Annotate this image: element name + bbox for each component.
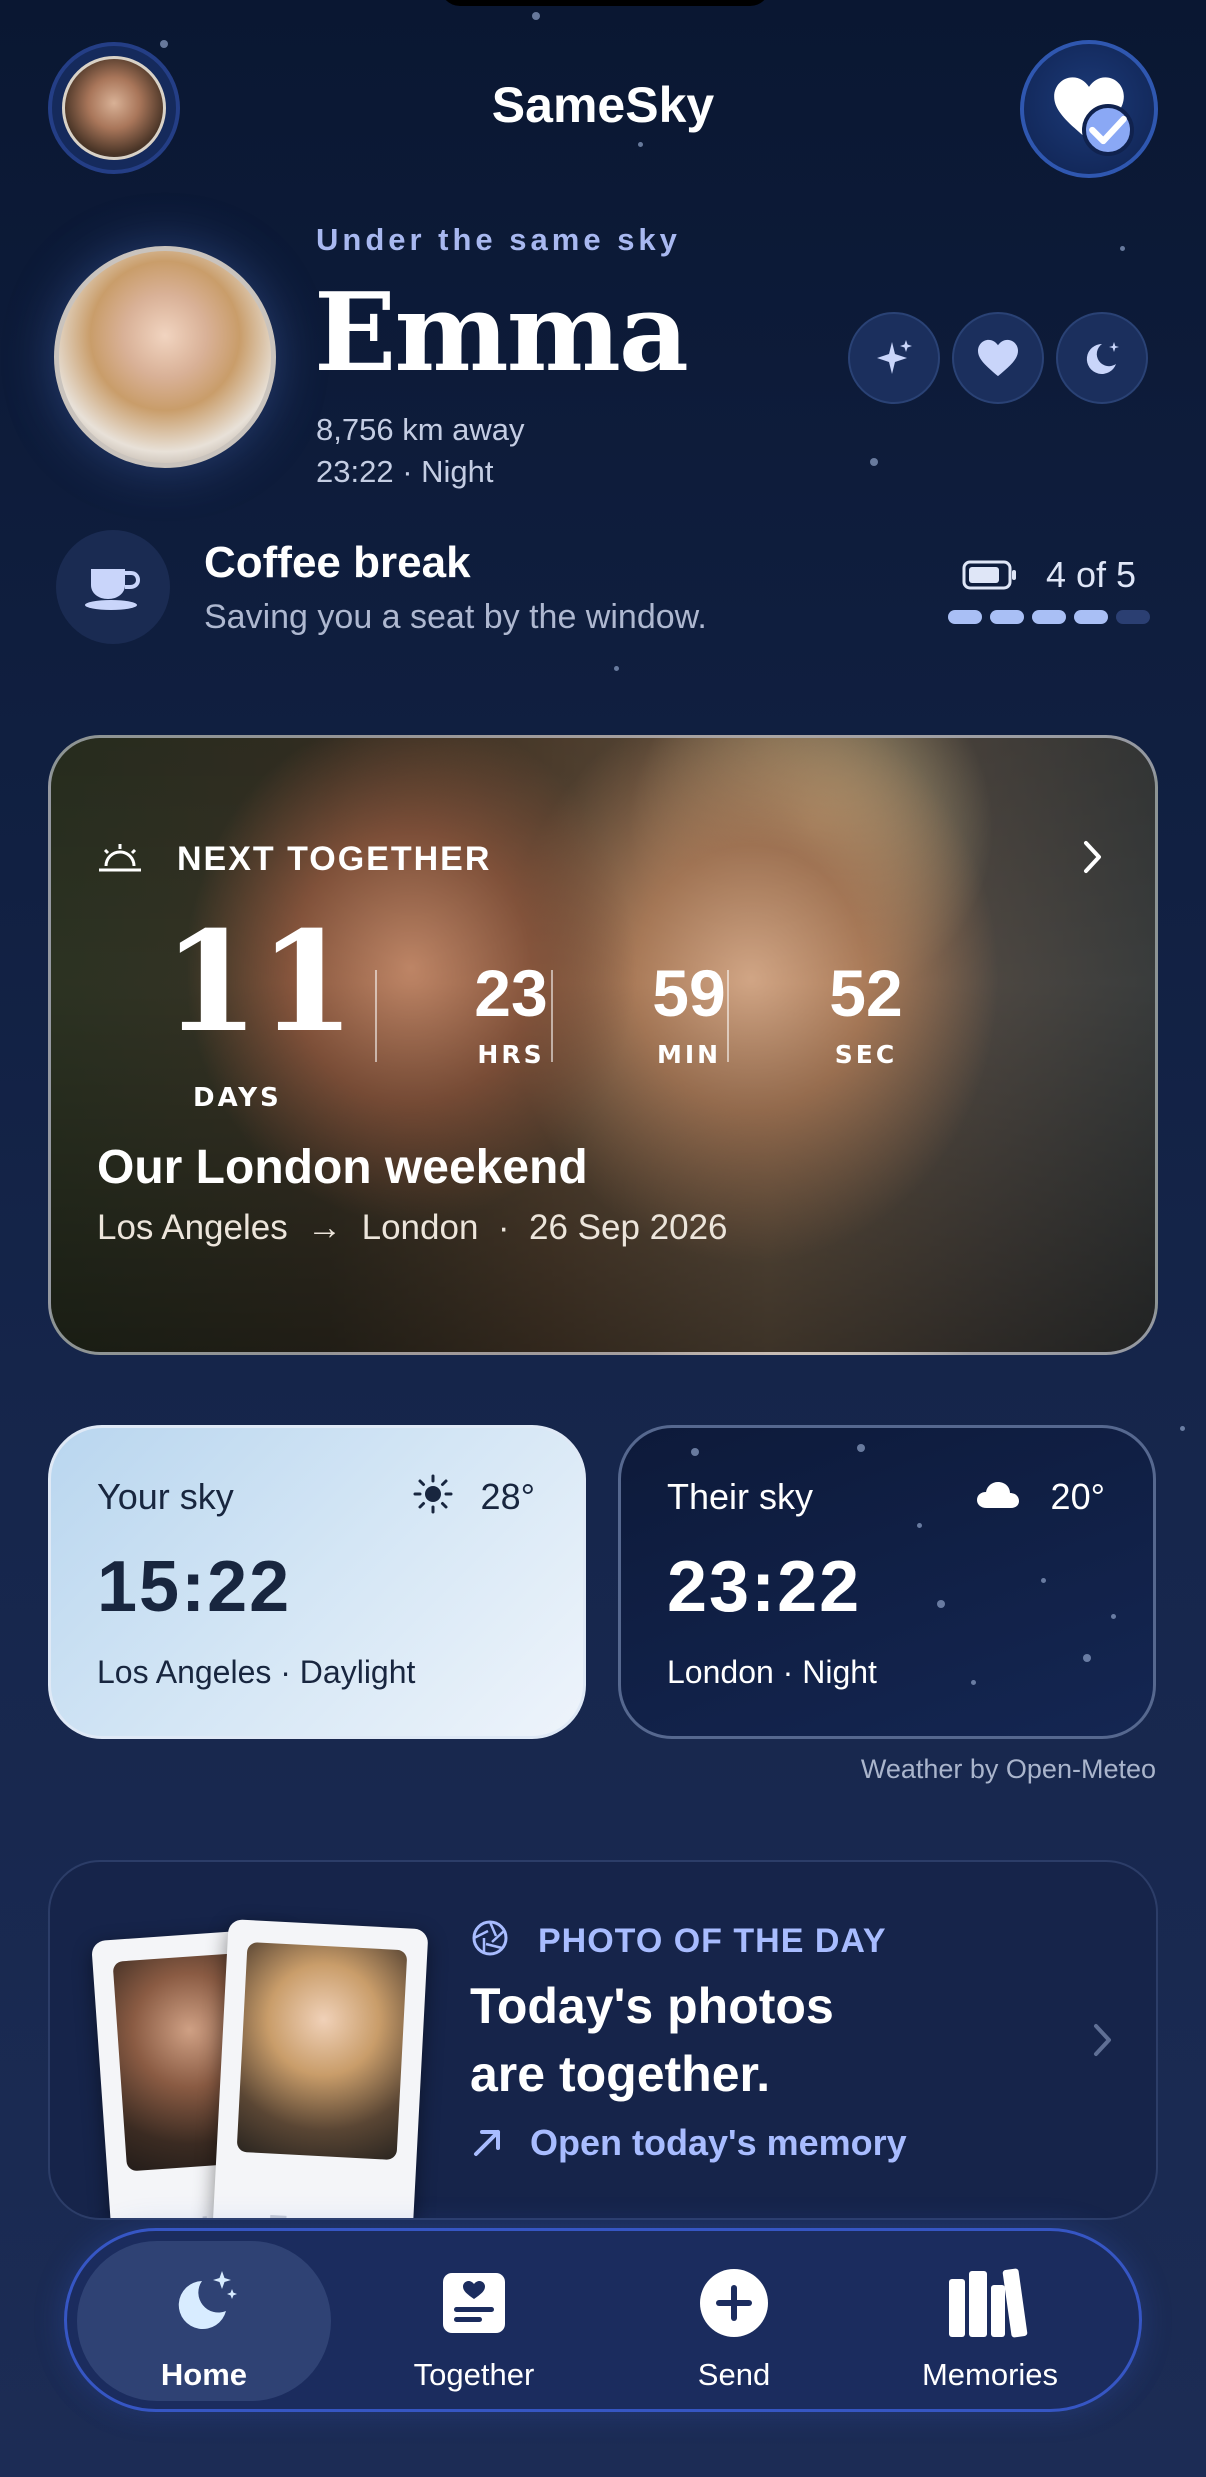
partner-name: Emma (314, 270, 689, 396)
next-together-card[interactable]: NEXT TOGETHER 11 DAYS 23 HRS 59 MIN 52 S… (48, 735, 1158, 1355)
together-card-icon (347, 2263, 601, 2343)
star-dot (917, 1523, 922, 1528)
chevron-right-icon[interactable] (1092, 2022, 1114, 2062)
progress-segment (990, 610, 1024, 624)
star-dot (691, 1448, 699, 1456)
plus-circle-icon (607, 2263, 861, 2343)
battery-icon (962, 560, 1018, 594)
sparkle-icon (877, 340, 912, 374)
their-sky-card[interactable]: Their sky 20° 23:22 London · Night (618, 1425, 1156, 1739)
send-love-button[interactable] (952, 312, 1044, 404)
countdown-divider (375, 970, 377, 1062)
favorite-heart-button[interactable] (1020, 40, 1158, 178)
photo-of-day-card[interactable]: Alex Emma PHOTO OF THE DAY Today's photo… (48, 1860, 1158, 2220)
progress-count: 4 of 5 (1046, 554, 1137, 595)
your-sky-temp: 28° (480, 1476, 535, 1517)
progress-segment (1032, 610, 1066, 624)
countdown-days-label: DAYS (193, 1083, 282, 1113)
star-dot (1111, 1614, 1116, 1619)
star-dot (971, 1680, 976, 1685)
status-title: Coffee break (204, 538, 471, 587)
photo-of-day-title-line1: Today's photos (470, 1978, 834, 2034)
countdown-minutes: 59 (652, 956, 726, 1030)
countdown-divider (551, 970, 553, 1062)
trip-route: Los Angeles → London · 26 Sep 2026 (97, 1208, 728, 1248)
photo-of-day-title: Today's photos are together. (470, 1972, 834, 2108)
star-dot (937, 1600, 945, 1608)
weather-credit[interactable]: Weather by Open-Meteo (861, 1754, 1156, 1785)
countdown-hours-label: HRS (477, 1040, 545, 1069)
progress-segment (1116, 610, 1150, 624)
heart-icon (978, 339, 1018, 377)
open-memory-link[interactable]: Open today's memory (530, 2122, 907, 2164)
trip-destination: London (361, 1208, 479, 1247)
progress-segment (948, 610, 982, 624)
star-dot (638, 142, 643, 147)
nav-label-together: Together (413, 2357, 535, 2392)
check-icon (1082, 104, 1134, 156)
nav-item-home[interactable]: Home (77, 2241, 331, 2401)
their-sky-time: 23:22 (667, 1547, 862, 1627)
moon-sparkle-icon (77, 2263, 331, 2343)
chevron-right-icon[interactable] (1081, 838, 1105, 880)
goodnight-button[interactable] (1056, 312, 1148, 404)
star-dot (1041, 1578, 1046, 1583)
coffee-cup-icon (56, 530, 170, 644)
partner-local-time: 23:22 · Night (316, 454, 494, 489)
star-dot (532, 12, 540, 20)
sparkle-button[interactable] (848, 312, 940, 404)
countdown-seconds: 52 (829, 956, 903, 1030)
trip-title: Our London weekend (97, 1141, 588, 1194)
their-sky-temp: 20° (1050, 1476, 1105, 1517)
your-sky-time: 15:22 (97, 1547, 292, 1627)
nav-item-together[interactable]: Together (347, 2241, 601, 2401)
cloud-icon (975, 1480, 1021, 1514)
countdown-minutes-label: MIN (656, 1040, 722, 1069)
next-together-label: NEXT TOGETHER (177, 840, 492, 878)
star-dot (1180, 1426, 1185, 1431)
star-dot (870, 458, 878, 466)
star-dot (857, 1444, 865, 1452)
countdown-divider (727, 970, 729, 1062)
nav-item-memories[interactable]: Memories (863, 2241, 1117, 2401)
sun-icon (413, 1474, 453, 1518)
star-dot (1120, 246, 1125, 251)
arrow-right-icon: → (307, 1208, 343, 1247)
their-sky-place: London · Night (667, 1654, 877, 1690)
countdown-days: 11 (163, 900, 356, 1063)
your-sky-label: Your sky (97, 1476, 234, 1517)
partner-avatar[interactable] (54, 246, 276, 468)
star-dot (614, 666, 619, 671)
partner-photo (236, 1942, 408, 2161)
your-sky-card[interactable]: Your sky 28° 15:22 Los Angeles · Dayligh… (48, 1425, 586, 1739)
arrow-up-right-icon (470, 2124, 506, 2164)
progress-segment (1074, 610, 1108, 624)
star-dot (1083, 1654, 1091, 1662)
bottom-navigation: Home Together Send Memories (64, 2228, 1142, 2412)
trip-origin: Los Angeles (97, 1208, 288, 1247)
nav-label-home: Home (160, 2357, 248, 2392)
status-subtitle: Saving you a seat by the window. (204, 598, 707, 636)
countdown-seconds-label: SEC (834, 1040, 898, 1069)
trip-date: 26 Sep 2026 (528, 1208, 728, 1247)
star-dot (160, 40, 168, 48)
polaroid-photo: Emma (211, 1918, 429, 2218)
memories-books-icon (863, 2263, 1117, 2343)
profile-tagline: Under the same sky (316, 222, 681, 257)
moon-sparkle-icon (1086, 342, 1119, 374)
aperture-icon (470, 1918, 510, 1962)
nav-label-send: Send (697, 2357, 771, 2392)
nav-label-memories: Memories (921, 2357, 1059, 2392)
polaroid-caption-right: Emma (212, 2207, 414, 2218)
countdown-hours: 23 (474, 956, 548, 1030)
partner-distance: 8,756 km away (316, 412, 525, 447)
their-sky-label: Their sky (667, 1476, 814, 1517)
device-notch (440, 0, 770, 6)
photo-of-day-title-line2: are together. (470, 2046, 771, 2102)
photo-of-day-label: PHOTO OF THE DAY (538, 1922, 887, 1960)
separator-dot: · (497, 1208, 510, 1247)
your-sky-place: Los Angeles · Daylight (97, 1654, 416, 1690)
nav-item-send[interactable]: Send (607, 2241, 861, 2401)
sunrise-icon (97, 842, 143, 878)
